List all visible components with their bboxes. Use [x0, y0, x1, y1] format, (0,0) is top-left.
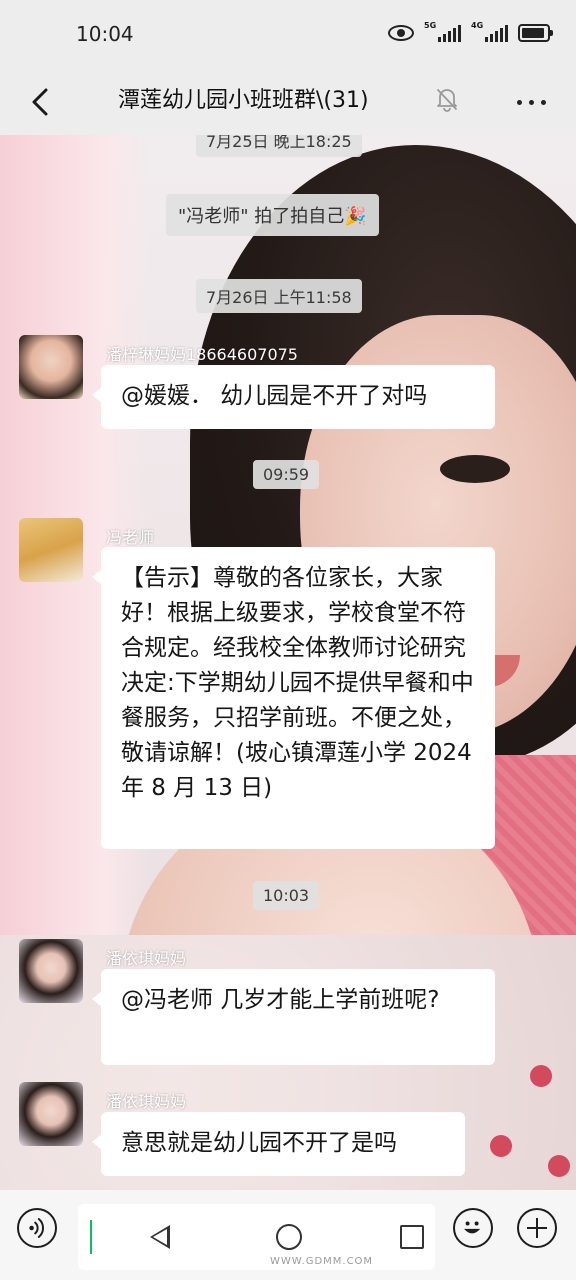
- timestamp: 09:59: [253, 460, 320, 489]
- emoji-icon[interactable]: [453, 1208, 493, 1248]
- muted-bell-icon: [437, 89, 457, 112]
- message-bubble[interactable]: @冯老师 几岁才能上学前班呢?: [92, 969, 495, 1065]
- sender-name: 潘梓琳妈妈18664607075: [106, 345, 298, 364]
- status-time: 10:04: [76, 22, 134, 46]
- voice-input-icon[interactable]: [17, 1208, 57, 1248]
- message-bubble[interactable]: @媛媛． 幼儿园是不开了对吗: [92, 365, 495, 429]
- system-message: "冯老师" 拍了拍自己🎉: [166, 194, 379, 236]
- sender-name: 冯老师: [106, 528, 155, 547]
- nav-recent-icon[interactable]: [400, 1225, 424, 1249]
- more-options-icon[interactable]: [517, 100, 546, 105]
- chat-message-list[interactable]: 7月25日 晚上18:25 "冯老师" 拍了拍自己🎉 7月26日 上午11:58…: [0, 135, 576, 1190]
- avatar[interactable]: [19, 939, 83, 1003]
- timestamp: 10:03: [253, 881, 320, 910]
- nav-home-icon[interactable]: [276, 1224, 302, 1250]
- signal-4g-label: 4G: [471, 21, 484, 30]
- chat-title: 潭莲幼儿园小班班群\(31): [118, 88, 369, 113]
- sender-name: 潘依琪妈妈: [106, 949, 187, 968]
- timestamp: 7月26日 上午11:58: [196, 279, 362, 313]
- add-attachment-icon[interactable]: [517, 1208, 557, 1248]
- chat-header: 潭莲幼儿园小班班群\(31): [0, 68, 576, 135]
- text-cursor: [90, 1220, 92, 1254]
- message-bubble[interactable]: 【告示】尊敬的各位家长，大家好！根据上级要求，学校食堂不符合规定。经我校全体教师…: [92, 547, 495, 849]
- signal-5g-icon: 5G: [424, 21, 461, 42]
- status-bar: 10:04 5G 4G: [0, 0, 576, 68]
- status-icons: 5G 4G: [388, 21, 553, 42]
- input-bar: WWW.GDMM.COM: [0, 1190, 576, 1280]
- sender-name: 潘依琪妈妈: [106, 1092, 187, 1111]
- battery-icon: [518, 24, 553, 42]
- eye-comfort-icon: [388, 25, 414, 41]
- avatar[interactable]: [19, 1082, 83, 1146]
- back-arrow-icon[interactable]: [24, 84, 60, 120]
- timestamp: 7月25日 晚上18:25: [196, 135, 362, 157]
- signal-4g-icon: 4G: [471, 21, 508, 42]
- message-bubble[interactable]: 意思就是幼儿园不开了是吗: [92, 1112, 465, 1176]
- message-input[interactable]: [78, 1204, 435, 1270]
- signal-5g-label: 5G: [424, 21, 437, 30]
- nav-back-icon[interactable]: [150, 1225, 170, 1249]
- watermark: WWW.GDMM.COM: [270, 1256, 374, 1267]
- avatar[interactable]: [19, 518, 83, 582]
- avatar[interactable]: [19, 335, 83, 399]
